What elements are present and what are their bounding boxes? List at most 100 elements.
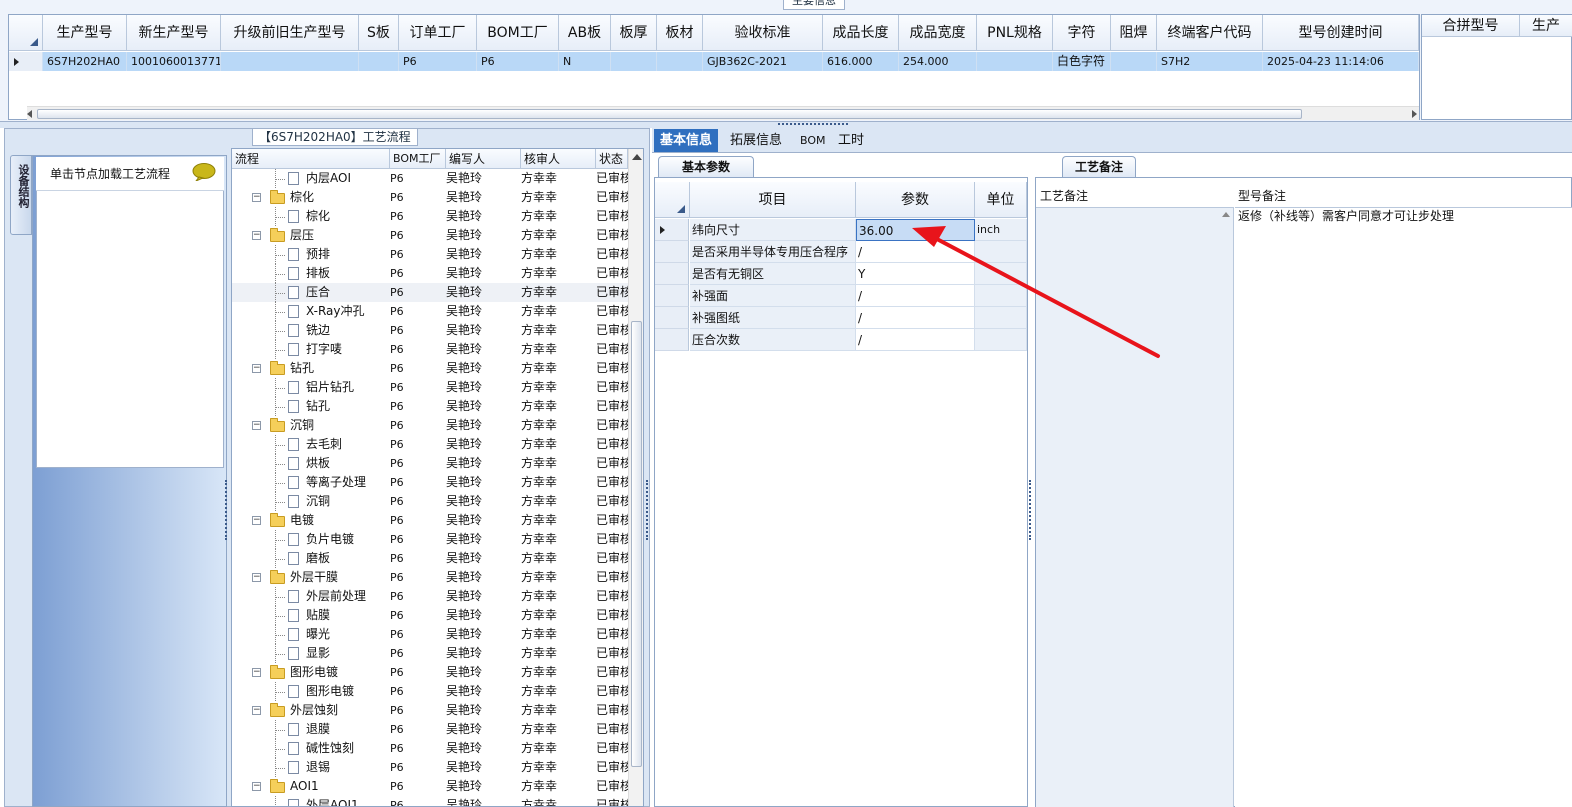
- collapse-icon[interactable]: −: [252, 516, 261, 525]
- vertical-splitter-grip-icon[interactable]: [225, 480, 229, 540]
- cell-bom-factory[interactable]: P6: [390, 340, 442, 359]
- scrollbar-thumb[interactable]: [37, 109, 1302, 119]
- cell-status[interactable]: 已审核: [596, 625, 628, 644]
- cell-old-model[interactable]: [221, 52, 359, 71]
- cell-bom-factory[interactable]: P6: [390, 644, 442, 663]
- cell-writer[interactable]: 吴艳玲: [446, 644, 518, 663]
- process-tree-grid[interactable]: 流程 BOM工厂 编写人 核审人 状态 内层AOIP6吴艳玲方幸幸已审核−棕化P…: [231, 148, 644, 807]
- cell-width[interactable]: 254.000: [899, 52, 977, 71]
- scroll-up-icon[interactable]: [632, 154, 642, 160]
- cell-checker[interactable]: 方幸幸: [521, 359, 593, 378]
- collapse-icon[interactable]: −: [252, 573, 261, 582]
- tree-node[interactable]: − 层压: [232, 226, 386, 245]
- cell-character[interactable]: 白色字符: [1053, 52, 1111, 71]
- model-remark-field[interactable]: [1235, 207, 1572, 807]
- cell-status[interactable]: 已审核: [596, 302, 628, 321]
- cell-bom-factory[interactable]: P6: [390, 283, 442, 302]
- cell-status[interactable]: 已审核: [596, 549, 628, 568]
- cell-status[interactable]: 已审核: [596, 473, 628, 492]
- col-header-thickness[interactable]: 板厚: [611, 15, 657, 51]
- param-value-field[interactable]: 36.00: [856, 219, 975, 241]
- cell-checker[interactable]: 方幸幸: [521, 435, 593, 454]
- tab-basic-info[interactable]: 基本信息: [654, 129, 719, 152]
- tree-node[interactable]: 外层AOI1: [232, 796, 386, 806]
- tree-node[interactable]: 烘板: [232, 454, 386, 473]
- cell-new-model[interactable]: 10010600137716: [127, 52, 221, 71]
- cell-writer[interactable]: 吴艳玲: [446, 302, 518, 321]
- cell-status[interactable]: 已审核: [596, 283, 628, 302]
- tree-node[interactable]: 内层AOI: [232, 169, 386, 188]
- cell-checker[interactable]: 方幸幸: [521, 663, 593, 682]
- scroll-right-icon[interactable]: [1412, 110, 1417, 118]
- cell-bom-factory[interactable]: P6: [390, 454, 442, 473]
- cell-bom-factory[interactable]: P6: [390, 264, 442, 283]
- cell-bom-factory[interactable]: P6: [390, 530, 442, 549]
- cell-writer[interactable]: 吴艳玲: [446, 549, 518, 568]
- tree-step-row[interactable]: 显影 P6吴艳玲方幸幸已审核: [232, 644, 628, 663]
- cell-checker[interactable]: 方幸幸: [521, 549, 593, 568]
- scroll-up-icon[interactable]: [1222, 212, 1230, 217]
- tree-node[interactable]: 等离子处理: [232, 473, 386, 492]
- cell-ab-board[interactable]: N: [559, 52, 611, 71]
- cell-writer[interactable]: 吴艳玲: [446, 568, 518, 587]
- tree-step-row[interactable]: 棕化 P6吴艳玲方幸幸已审核: [232, 207, 628, 226]
- tree-node[interactable]: − 外层干膜: [232, 568, 386, 587]
- tree-step-row[interactable]: 碱性蚀刻 P6吴艳玲方幸幸已审核: [232, 739, 628, 758]
- cell-checker[interactable]: 方幸幸: [521, 587, 593, 606]
- collapse-icon[interactable]: −: [252, 421, 261, 430]
- cell-writer[interactable]: 吴艳玲: [446, 264, 518, 283]
- tree-step-row[interactable]: 贴膜 P6吴艳玲方幸幸已审核: [232, 606, 628, 625]
- col-header-standard[interactable]: 验收标准: [703, 15, 823, 51]
- cell-bom-factory[interactable]: P6: [390, 245, 442, 264]
- cell-writer[interactable]: 吴艳玲: [446, 473, 518, 492]
- cell-status[interactable]: 已审核: [596, 530, 628, 549]
- cell-checker[interactable]: 方幸幸: [521, 511, 593, 530]
- tree-node[interactable]: 铣边: [232, 321, 386, 340]
- tree-step-row[interactable]: 等离子处理 P6吴艳玲方幸幸已审核: [232, 473, 628, 492]
- cell-checker[interactable]: 方幸幸: [521, 568, 593, 587]
- cell-bom-factory[interactable]: P6: [390, 397, 442, 416]
- cell-status[interactable]: 已审核: [596, 340, 628, 359]
- cell-bom-factory[interactable]: P6: [390, 625, 442, 644]
- collapse-icon[interactable]: −: [252, 782, 261, 791]
- cell-writer[interactable]: 吴艳玲: [446, 416, 518, 435]
- tab-bom[interactable]: BOM: [794, 129, 832, 152]
- cell-writer[interactable]: 吴艳玲: [446, 283, 518, 302]
- cell-writer[interactable]: 吴艳玲: [446, 511, 518, 530]
- col-header-pnl[interactable]: PNL规格: [977, 15, 1053, 51]
- cell-order-factory[interactable]: P6: [399, 52, 477, 71]
- cell-checker[interactable]: 方幸幸: [521, 397, 593, 416]
- cell-checker[interactable]: 方幸幸: [521, 226, 593, 245]
- col-header-character[interactable]: 字符: [1053, 15, 1111, 51]
- col-header-material[interactable]: 板材: [657, 15, 703, 51]
- cell-customer-code[interactable]: S7H2: [1157, 52, 1263, 71]
- cell-writer[interactable]: 吴艳玲: [446, 530, 518, 549]
- param-value-field[interactable]: /: [856, 285, 975, 307]
- cell-material[interactable]: [657, 52, 703, 71]
- cell-checker[interactable]: 方幸幸: [521, 701, 593, 720]
- params-header-item[interactable]: 项目: [690, 182, 856, 218]
- cell-status[interactable]: 已审核: [596, 264, 628, 283]
- tree-node[interactable]: 去毛刺: [232, 435, 386, 454]
- col-header-length[interactable]: 成品长度: [823, 15, 899, 51]
- cell-writer[interactable]: 吴艳玲: [446, 720, 518, 739]
- cell-writer[interactable]: 吴艳玲: [446, 340, 518, 359]
- tree-step-row[interactable]: 铣边 P6吴艳玲方幸幸已审核: [232, 321, 628, 340]
- cell-model[interactable]: 6S7H202HA0: [43, 52, 127, 71]
- param-value-field[interactable]: /: [856, 241, 975, 263]
- cell-status[interactable]: 已审核: [596, 321, 628, 340]
- collapse-icon[interactable]: −: [252, 706, 261, 715]
- tree-folder-row[interactable]: − 钻孔 P6吴艳玲方幸幸已审核: [232, 359, 628, 378]
- col-header-model[interactable]: 生产型号: [43, 15, 127, 51]
- tree-node[interactable]: − 棕化: [232, 188, 386, 207]
- cell-bom-factory[interactable]: P6: [390, 720, 442, 739]
- cell-status[interactable]: 已审核: [596, 454, 628, 473]
- tree-folder-row[interactable]: − 电镀 P6吴艳玲方幸幸已审核: [232, 511, 628, 530]
- params-header-value[interactable]: 参数: [856, 182, 975, 218]
- cell-writer[interactable]: 吴艳玲: [446, 359, 518, 378]
- cell-writer[interactable]: 吴艳玲: [446, 397, 518, 416]
- tree-node[interactable]: 钻孔: [232, 397, 386, 416]
- cell-status[interactable]: 已审核: [596, 568, 628, 587]
- params-row[interactable]: 补强图纸 /: [655, 307, 1027, 329]
- cell-checker[interactable]: 方幸幸: [521, 454, 593, 473]
